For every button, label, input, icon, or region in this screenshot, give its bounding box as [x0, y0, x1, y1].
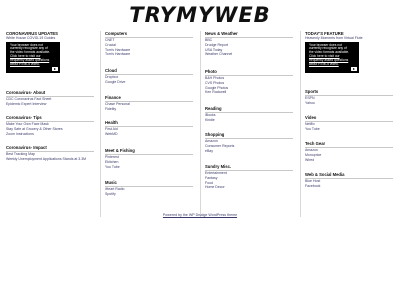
section-music: Music iHeart Radio Spotify — [105, 180, 195, 197]
section-heading: Shopping — [205, 132, 225, 137]
section-sundry-misc: Sundry Misc. Entertainment Fantasy Food … — [205, 164, 295, 190]
list-link[interactable]: Yahoo — [305, 101, 395, 106]
video-player[interactable]: Your browser does not currently recogniz… — [6, 41, 60, 73]
list-link[interactable]: Ken Rockwell — [205, 90, 295, 95]
column-2: Computers CNET Crucial Tom's Hardware To… — [100, 31, 196, 217]
list-link[interactable]: WebMD — [105, 132, 195, 137]
section-heading: Video — [305, 115, 317, 120]
list-link[interactable]: You Tube — [305, 127, 395, 132]
video-faq-link[interactable]: about HTML5 video. — [10, 62, 40, 66]
section-reading: Reading iBooks Kindle — [205, 106, 295, 123]
section-heading: Photo — [205, 69, 217, 74]
section-coronavirus-about: Coronavirus- About CDC Coronavirus Fact … — [6, 90, 96, 107]
link-white-house-guides[interactable]: White House COVID-19 Guides — [6, 36, 96, 41]
column-4: TODAY'S FEATURE Heavenly Moments from Vi… — [300, 31, 396, 217]
section-coronavirus-updates: CORONAVIRUS UPDATES White House COVID-19… — [6, 31, 96, 73]
section-heading: Finance — [105, 95, 121, 100]
list-link[interactable]: Wired — [305, 158, 395, 163]
section-heading: Tech Gear — [305, 141, 326, 146]
list-link[interactable]: Kindle — [205, 118, 295, 123]
column-3: News & Weather BBC Drudge Report USA Tod… — [200, 31, 296, 217]
list-link[interactable]: Weekly Unemployment Applications Stands … — [6, 157, 96, 162]
section-heading: Reading — [205, 106, 222, 111]
list-link[interactable]: Zoom Instructions — [6, 132, 96, 137]
section-heading: Meet & Fishing — [105, 148, 135, 153]
section-heading: Coronavirus- About — [6, 90, 46, 95]
list-link[interactable]: Spotify — [105, 192, 195, 197]
section-video: Video Netflix You Tube — [305, 115, 395, 132]
section-meet-fishing: Meet & Fishing Pinterest Ekitchen You Tu… — [105, 148, 195, 169]
section-todays-feature: TODAY'S FEATURE Heavenly Moments from Vi… — [305, 31, 395, 73]
list-link[interactable]: Tom's Hardware — [105, 52, 195, 57]
video-play-icon[interactable] — [52, 66, 58, 71]
video-play-icon[interactable] — [351, 66, 357, 71]
list-link[interactable]: Facebook — [305, 184, 395, 189]
section-heading: Computers — [105, 31, 128, 36]
section-heading: News & Weather — [205, 31, 238, 36]
section-coronavirus-tips: Coronavirus- Tips Make Your Own Face Mas… — [6, 115, 96, 136]
section-health: Health First Aid WebMD — [105, 120, 195, 137]
section-heading: Cloud — [105, 68, 117, 73]
section-shopping: Shopping Amazon Consumer Reports eBay — [205, 132, 295, 153]
section-heading: Coronavirus- Impact — [6, 145, 47, 150]
feature-link[interactable]: Heavenly Moments from Virtual Flute — [305, 36, 395, 41]
section-finance: Finance Chase Personal Fidelity — [105, 95, 195, 112]
column-1: CORONAVIRUS UPDATES White House COVID-19… — [2, 31, 98, 217]
section-heading: Music — [105, 180, 117, 185]
list-link[interactable]: eBay — [205, 149, 295, 154]
section-heading: Health — [105, 120, 118, 125]
list-link[interactable]: Home Decor — [205, 185, 295, 190]
section-heading: Sports — [305, 89, 319, 94]
section-cloud: Cloud Dropbox Google Drive — [105, 68, 195, 85]
section-computers: Computers CNET Crucial Tom's Hardware To… — [105, 31, 195, 57]
list-link[interactable]: Weather Channel — [205, 52, 295, 57]
site-logo[interactable]: TRYMYWEB — [0, 3, 400, 27]
video-player[interactable]: Your browser does not currently recogniz… — [305, 41, 359, 73]
list-link[interactable]: Fidelity — [105, 107, 195, 112]
section-heading: Web & Social Media — [305, 172, 345, 177]
section-sports: Sports ESPN Yahoo — [305, 89, 395, 106]
section-photo: Photo B&H Photos CVS Photos Google Photo… — [205, 69, 295, 95]
section-web-social-media: Web & Social Media Blue Host Facebook — [305, 172, 395, 189]
section-tech-gear: Tech Gear Amazon Monoprice Wired — [305, 141, 395, 162]
section-coronavirus-impact: Coronavirus- Impact Best Tracking Map We… — [6, 145, 96, 162]
section-heading: Coronavirus- Tips — [6, 115, 42, 120]
video-faq-link[interactable]: about HTML5 video. — [309, 62, 339, 66]
list-link[interactable]: You Tube — [105, 165, 195, 170]
footer-theme-link[interactable]: Powered by the WP Drudge WordPress theme — [0, 213, 400, 217]
section-news-weather: News & Weather BBC Drudge Report USA Tod… — [205, 31, 295, 57]
section-heading: Sundry Misc. — [205, 164, 232, 169]
list-link[interactable]: Epidemic Expert Interview — [6, 102, 96, 107]
list-link[interactable]: Google Drive — [105, 80, 195, 85]
